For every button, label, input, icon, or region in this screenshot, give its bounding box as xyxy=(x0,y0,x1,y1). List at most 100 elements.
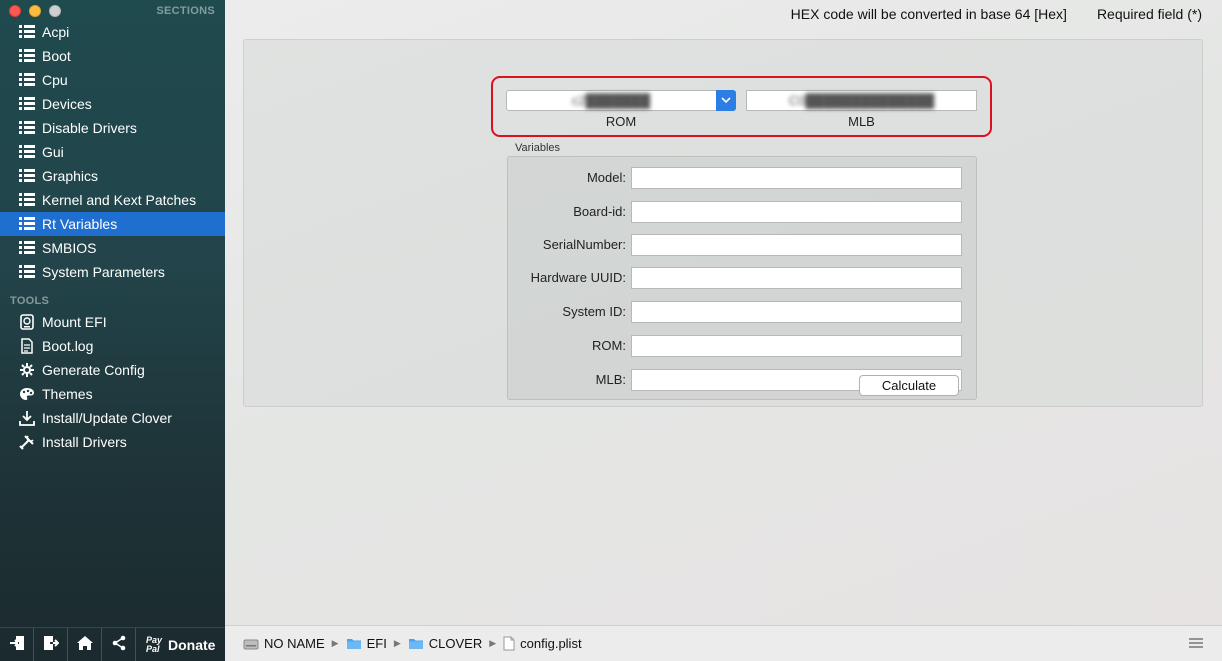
sections-header: SECTIONS xyxy=(156,5,215,17)
sidebar-item-label: Gui xyxy=(42,144,64,160)
list-icon xyxy=(19,192,35,208)
sidebar-item-label: Rt Variables xyxy=(42,216,118,232)
variables-group: Model: Board-id: SerialNumber: Hardware … xyxy=(507,156,977,400)
list-icon xyxy=(19,168,35,184)
export-button[interactable] xyxy=(34,627,68,661)
sidebar-item-rt-variables[interactable]: Rt Variables xyxy=(0,212,225,236)
tools-header: TOOLS xyxy=(10,295,50,307)
sidebar-item-devices[interactable]: Devices xyxy=(0,92,225,116)
zoom-window-button[interactable] xyxy=(49,5,61,17)
sidebar-item-system-parameters[interactable]: System Parameters xyxy=(0,260,225,284)
path-item-config-plist[interactable]: config.plist xyxy=(503,636,582,651)
list-icon xyxy=(19,48,35,64)
paypal-bottom: Pal xyxy=(146,643,160,654)
path-label: NO NAME xyxy=(264,636,325,651)
tool-label: Mount EFI xyxy=(42,314,107,330)
mlb-value: C0██████████████ xyxy=(788,93,935,108)
window-controls xyxy=(9,5,61,17)
document-icon xyxy=(19,338,35,354)
path-label: CLOVER xyxy=(428,636,483,651)
tool-install-drivers[interactable]: Install Drivers xyxy=(0,430,225,454)
folder-icon xyxy=(346,637,362,650)
export-icon xyxy=(43,635,59,654)
tool-label: Install Drivers xyxy=(42,434,127,450)
path-item-volume[interactable]: NO NAME xyxy=(243,636,325,651)
import-button[interactable] xyxy=(0,627,34,661)
minimize-window-button[interactable] xyxy=(29,5,41,17)
list-icon xyxy=(19,72,35,88)
system-id-field[interactable] xyxy=(631,301,962,323)
path-label: config.plist xyxy=(520,636,582,651)
gear-icon xyxy=(19,362,35,378)
sidebar-item-disable-drivers[interactable]: Disable Drivers xyxy=(0,116,225,140)
board-id-label: Board-id: xyxy=(573,204,626,219)
rom-field[interactable] xyxy=(631,335,962,357)
palette-icon xyxy=(19,386,35,402)
drive-icon xyxy=(243,638,259,650)
tool-themes[interactable]: Themes xyxy=(0,382,225,406)
tool-generate-config[interactable]: Generate Config xyxy=(0,358,225,382)
main-content: HEX code will be converted in base 64 [H… xyxy=(225,0,1222,661)
path-separator-icon: ▶ xyxy=(489,638,497,648)
rt-variables-panel: c2███████ ROM C0██████████████ MLB Varia… xyxy=(243,39,1203,407)
hamburger-menu-icon[interactable] xyxy=(1188,637,1204,652)
mlb-field[interactable]: C0██████████████ xyxy=(746,90,977,111)
list-icon xyxy=(19,264,35,280)
path-item-efi[interactable]: EFI xyxy=(346,636,387,651)
system-id-label: System ID: xyxy=(562,304,626,319)
home-icon xyxy=(76,635,94,654)
mlb-caption: MLB xyxy=(848,114,875,129)
sidebar-item-acpi[interactable]: Acpi xyxy=(0,20,225,44)
tool-label: Generate Config xyxy=(42,362,145,378)
file-icon xyxy=(503,636,515,651)
rom-caption: ROM xyxy=(605,114,637,129)
sidebar-item-label: Disable Drivers xyxy=(42,120,137,136)
calculate-button[interactable]: Calculate xyxy=(859,375,959,396)
sidebar-item-kernel-kext-patches[interactable]: Kernel and Kext Patches xyxy=(0,188,225,212)
chevron-down-icon[interactable] xyxy=(716,90,736,111)
sidebar-item-label: System Parameters xyxy=(42,264,165,280)
sidebar-item-label: Devices xyxy=(42,96,92,112)
sidebar: SECTIONS Acpi Boot Cpu Devices Disable D… xyxy=(0,0,225,661)
sidebar-item-boot[interactable]: Boot xyxy=(0,44,225,68)
rom-selector[interactable]: c2███████ xyxy=(506,90,736,111)
sidebar-item-gui[interactable]: Gui xyxy=(0,140,225,164)
share-icon xyxy=(111,635,127,654)
required-note: Required field (*) xyxy=(1096,6,1202,22)
tool-install-update-clover[interactable]: Install/Update Clover xyxy=(0,406,225,430)
header-notes: HEX code will be converted in base 64 [H… xyxy=(791,6,1202,22)
folder-icon xyxy=(408,637,424,650)
sidebar-item-label: Boot xyxy=(42,48,71,64)
sidebar-item-smbios[interactable]: SMBIOS xyxy=(0,236,225,260)
list-icon xyxy=(19,216,35,232)
tools-list: Mount EFI Boot.log Generate Config Theme… xyxy=(0,310,225,454)
paypal-logo: Pay Pal xyxy=(146,635,162,654)
rom-row: ROM: xyxy=(508,335,978,357)
home-button[interactable] xyxy=(68,627,102,661)
donate-button[interactable]: Pay Pal Donate xyxy=(136,635,215,654)
tool-mount-efi[interactable]: Mount EFI xyxy=(0,310,225,334)
path-bar: NO NAME ▶ EFI ▶ CLOVER ▶ config.plist xyxy=(225,625,1222,661)
board-id-field[interactable] xyxy=(631,201,962,223)
list-icon xyxy=(19,24,35,40)
drive-icon xyxy=(19,314,35,330)
sidebar-item-label: Cpu xyxy=(42,72,68,88)
path-separator-icon: ▶ xyxy=(331,638,339,648)
tool-boot-log[interactable]: Boot.log xyxy=(0,334,225,358)
sidebar-item-graphics[interactable]: Graphics xyxy=(0,164,225,188)
hardware-uuid-label: Hardware UUID: xyxy=(530,270,626,285)
serial-number-field[interactable] xyxy=(631,234,962,256)
hardware-uuid-field[interactable] xyxy=(631,267,962,289)
model-field[interactable] xyxy=(631,167,962,189)
list-icon xyxy=(19,96,35,112)
model-label: Model: xyxy=(586,170,626,185)
share-button[interactable] xyxy=(102,627,136,661)
sidebar-item-cpu[interactable]: Cpu xyxy=(0,68,225,92)
serial-number-row: SerialNumber: xyxy=(508,234,978,256)
path-label: EFI xyxy=(366,636,387,651)
path-separator-icon: ▶ xyxy=(393,638,401,648)
tool-label: Themes xyxy=(42,386,93,402)
close-window-button[interactable] xyxy=(9,5,21,17)
list-icon xyxy=(19,144,35,160)
path-item-clover[interactable]: CLOVER xyxy=(408,636,482,651)
